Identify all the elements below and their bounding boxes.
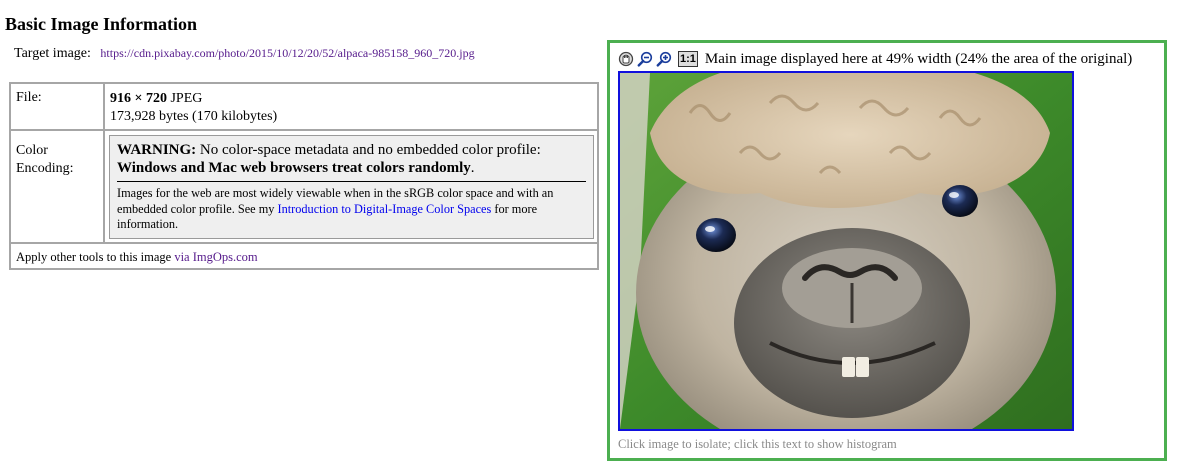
color-spaces-link[interactable]: Introduction to Digital-Image Color Spac… — [278, 202, 492, 216]
image-caption-histogram-toggle[interactable]: Click image to isolate; click this text … — [618, 437, 897, 452]
warning-emphasis: Windows and Mac web browsers treat color… — [117, 160, 471, 176]
table-column-divider — [103, 84, 105, 242]
file-value: 916 × 720 JPEG 173,928 bytes (170 kiloby… — [110, 90, 277, 126]
info-table: File: 916 × 720 JPEG 173,928 bytes (170 … — [9, 82, 599, 270]
warning-body: Images for the web are most widely viewa… — [117, 186, 554, 231]
file-format: JPEG — [166, 91, 203, 106]
page-title: Basic Image Information — [5, 14, 197, 34]
color-encoding-label: Color Encoding: — [16, 143, 74, 176]
file-label: File: — [16, 90, 42, 105]
file-dimensions: 916 × 720 — [110, 91, 167, 106]
page: Basic Image Information Target image: ht… — [0, 0, 1179, 469]
other-tools-row: Apply other tools to this image via ImgO… — [16, 250, 258, 264]
table-row-divider — [11, 242, 597, 244]
warning-heading: WARNING: No color-space metadata and no … — [117, 142, 541, 176]
image-viewer-panel: 1:1 Main image displayed here at 49% wid… — [607, 40, 1167, 461]
file-size: 173,928 bytes (170 kilobytes) — [110, 109, 278, 124]
main-image-alpaca[interactable] — [618, 71, 1074, 431]
display-scale-note: Main image displayed here at 49% width (… — [704, 50, 1133, 67]
hand-reset-icon[interactable] — [618, 51, 634, 67]
warning-divider — [117, 181, 586, 182]
target-image-label: Target image: — [14, 46, 91, 61]
zoom-out-icon[interactable] — [637, 51, 653, 67]
warning-label: WARNING: — [117, 142, 197, 158]
target-image-url-link[interactable]: https://cdn.pixabay.com/photo/2015/10/12… — [100, 46, 474, 60]
table-row-divider — [11, 129, 597, 131]
viewer-toolbar: 1:1 Main image displayed here at 49% wid… — [618, 49, 1132, 69]
color-warning-box: WARNING: No color-space metadata and no … — [109, 135, 594, 239]
actual-size-button[interactable]: 1:1 — [678, 51, 698, 67]
target-image-row: Target image: https://cdn.pixabay.com/ph… — [14, 46, 475, 62]
zoom-in-icon[interactable] — [656, 51, 672, 67]
imgops-link[interactable]: via ImgOps.com — [174, 250, 257, 264]
